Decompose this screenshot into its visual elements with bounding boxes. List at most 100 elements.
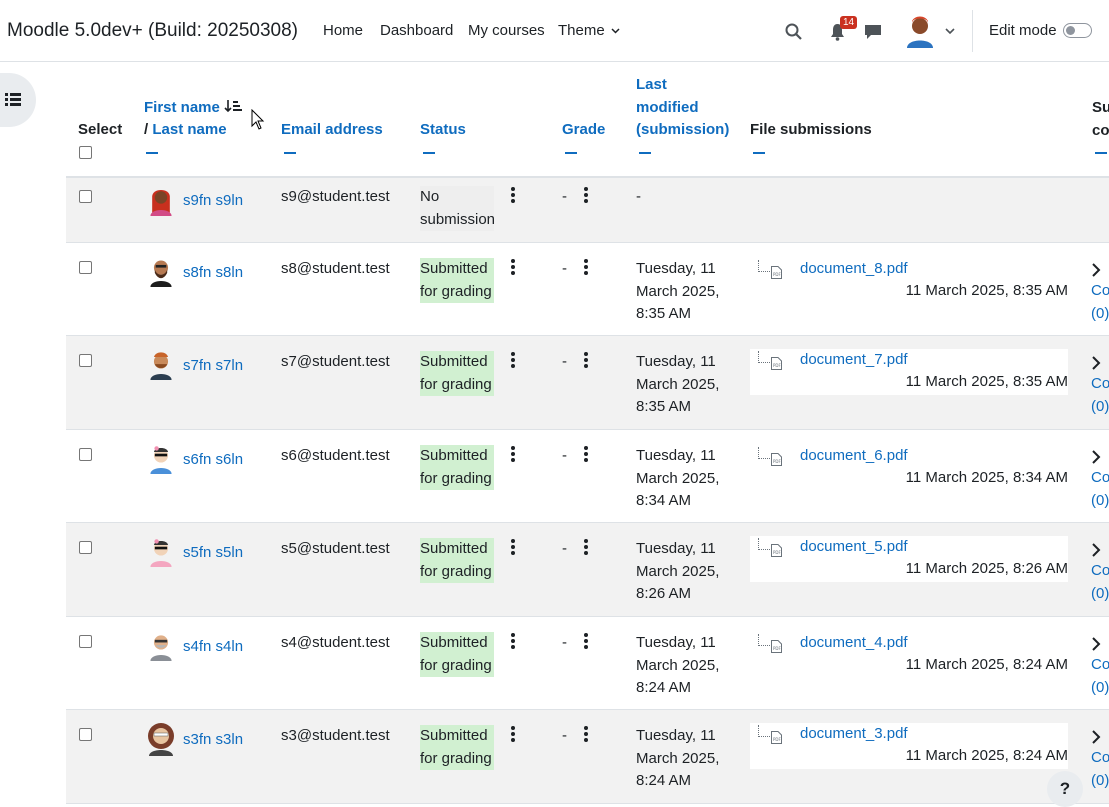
collapse-grade-column[interactable] [565, 152, 577, 154]
collapse-status-column[interactable] [423, 152, 435, 154]
comments-link[interactable]: Co (0) [1091, 373, 1109, 418]
comments-link[interactable]: Co (0) [1091, 280, 1109, 325]
comments-link[interactable]: Co (0) [1091, 560, 1109, 605]
pdf-file-icon: PDF [771, 453, 782, 466]
grade-actions-menu[interactable] [583, 726, 589, 742]
comments-link[interactable]: Co (0) [1091, 654, 1109, 699]
header-email[interactable]: Email address [281, 119, 383, 141]
status-actions-menu[interactable] [510, 187, 516, 203]
chevron-right-icon[interactable] [1091, 450, 1101, 464]
user-avatar-icon[interactable] [905, 14, 935, 48]
chevron-right-icon[interactable] [1091, 356, 1101, 370]
grade-actions-menu[interactable] [583, 539, 589, 555]
header-first-name[interactable]: First name [144, 97, 243, 119]
edit-mode-label: Edit mode [989, 22, 1057, 39]
sort-grade-link[interactable]: Grade [562, 121, 605, 138]
student-name-link[interactable]: s8fn s8ln [183, 264, 243, 281]
course-index-toggle[interactable] [0, 73, 36, 127]
sort-email-link[interactable]: Email address [281, 121, 383, 138]
status-actions-menu[interactable] [510, 446, 516, 462]
collapse-name-column[interactable] [146, 152, 158, 154]
status-actions-menu[interactable] [510, 633, 516, 649]
file-link[interactable]: document_3.pdf [800, 725, 908, 742]
file-link[interactable]: document_7.pdf [800, 351, 908, 368]
last-modified-date: Tuesday, 11 March 2025, 8:26 AM [636, 540, 720, 602]
tree-connector [758, 725, 770, 737]
nav-my-courses[interactable]: My courses [468, 22, 545, 39]
row-select-checkbox[interactable] [79, 354, 92, 367]
student-avatar-icon [150, 635, 172, 661]
header-last-modified[interactable]: Last modified (submission) [636, 74, 729, 142]
header-last-name[interactable]: / Last name [144, 119, 227, 141]
nav-theme[interactable]: Theme [558, 22, 620, 39]
collapse-comments-column[interactable] [1095, 152, 1107, 154]
pdf-file-icon: PDF [771, 266, 782, 279]
row-select-checkbox[interactable] [79, 448, 92, 461]
student-name-link[interactable]: s6fn s6ln [183, 451, 243, 468]
grade-actions-menu[interactable] [583, 633, 589, 649]
edit-mode-toggle[interactable] [1063, 23, 1092, 38]
sort-status-link[interactable]: Status [420, 121, 466, 138]
comments-link[interactable]: Co (0) [1091, 467, 1109, 512]
collapse-modified-column[interactable] [639, 152, 651, 154]
chevron-right-icon[interactable] [1091, 543, 1101, 557]
row-select-checkbox[interactable] [79, 261, 92, 274]
help-button[interactable]: ? [1047, 771, 1083, 807]
header-status[interactable]: Status [420, 119, 466, 141]
student-name-link[interactable]: s3fn s3ln [183, 731, 243, 748]
student-name-link[interactable]: s9fn s9ln [183, 192, 243, 209]
status-badge: Submitted for grading [420, 725, 494, 770]
status-actions-menu[interactable] [510, 539, 516, 555]
row-select-checkbox[interactable] [79, 728, 92, 741]
grade-value: - [562, 447, 567, 464]
svg-text:PDF: PDF [773, 459, 781, 464]
select-all-checkbox[interactable] [79, 146, 92, 159]
last-modified-date: Tuesday, 11 March 2025, 8:35 AM [636, 353, 720, 415]
grade-actions-menu[interactable] [583, 446, 589, 462]
comments-link[interactable]: Co (0) [1091, 747, 1109, 792]
status-actions-menu[interactable] [510, 726, 516, 742]
row-select-checkbox[interactable] [79, 190, 92, 203]
grade-value: - [562, 727, 567, 744]
sort-last-name-link[interactable]: Last name [152, 121, 226, 138]
search-icon[interactable] [785, 23, 802, 40]
sort-modified-link-1[interactable]: Last [636, 76, 667, 93]
collapse-files-column[interactable] [753, 152, 765, 154]
header-grade[interactable]: Grade [562, 119, 605, 141]
row-select-checkbox[interactable] [79, 635, 92, 648]
grade-actions-menu[interactable] [583, 352, 589, 368]
student-avatar-icon [150, 189, 172, 216]
row-select-checkbox[interactable] [79, 541, 92, 554]
chevron-right-icon[interactable] [1091, 637, 1101, 651]
sort-modified-link-3[interactable]: (submission) [636, 121, 729, 138]
chevron-right-icon[interactable] [1091, 730, 1101, 744]
sort-first-name-link[interactable]: First name [144, 99, 220, 116]
sort-modified-link-2[interactable]: modified [636, 99, 699, 116]
collapse-email-column[interactable] [284, 152, 296, 154]
table-row: s5fn s5ln s5@student.test Submitted for … [66, 523, 1109, 617]
status-badge: Submitted for grading [420, 445, 494, 490]
student-name-link[interactable]: s5fn s5ln [183, 544, 243, 561]
grade-actions-menu[interactable] [583, 187, 589, 203]
site-brand[interactable]: Moodle 5.0dev+ (Build: 20250308) [7, 20, 298, 42]
file-link[interactable]: document_6.pdf [800, 447, 908, 464]
last-modified-date: - [636, 188, 641, 205]
chevron-down-icon[interactable] [945, 28, 955, 35]
nav-dashboard[interactable]: Dashboard [380, 22, 453, 39]
header-comments: Su co [1092, 99, 1109, 139]
file-link[interactable]: document_4.pdf [800, 634, 908, 651]
grade-actions-menu[interactable] [583, 259, 589, 275]
status-badge: Submitted for grading [420, 258, 494, 303]
status-actions-menu[interactable] [510, 352, 516, 368]
nav-home[interactable]: Home [323, 22, 363, 39]
student-name-link[interactable]: s4fn s4ln [183, 638, 243, 655]
status-actions-menu[interactable] [510, 259, 516, 275]
file-link[interactable]: document_5.pdf [800, 538, 908, 555]
message-icon[interactable] [864, 24, 882, 40]
grade-value: - [562, 634, 567, 651]
file-link[interactable]: document_8.pdf [800, 260, 908, 277]
table-row: s7fn s7ln s7@student.test Submitted for … [66, 336, 1109, 430]
student-name-link[interactable]: s7fn s7ln [183, 357, 243, 374]
chevron-right-icon[interactable] [1091, 263, 1101, 277]
file-submission: PDF document_4.pdf 11 March 2025, 8:24 A… [750, 632, 1068, 678]
